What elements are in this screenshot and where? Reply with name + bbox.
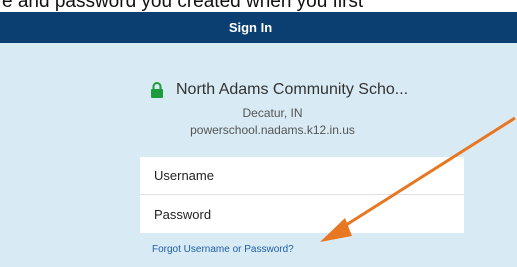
school-name: North Adams Community Scho... [176, 81, 409, 98]
password-field[interactable]: Password [140, 195, 464, 233]
username-placeholder: Username [154, 168, 214, 183]
lock-icon [151, 82, 163, 98]
header-bar: Sign In [0, 12, 517, 43]
username-field[interactable]: Username [140, 157, 464, 195]
server-domain: powerschool.nadams.k12.in.us [190, 123, 355, 137]
header-title: Sign In [228, 20, 273, 35]
password-placeholder: Password [154, 206, 212, 222]
login-form: Username Password [140, 157, 464, 233]
forgot-credentials-link[interactable]: Forgot Username or Password? [152, 244, 294, 255]
school-row: North Adams Community Scho... [150, 80, 408, 100]
school-location: Decatur, IN [242, 106, 303, 120]
